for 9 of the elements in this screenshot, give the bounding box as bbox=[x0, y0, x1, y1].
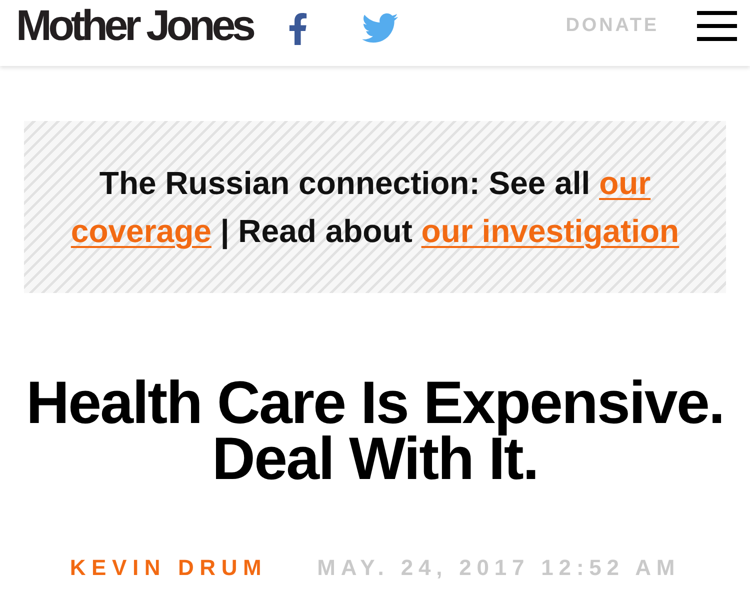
banner-link[interactable]: coverage bbox=[70, 213, 212, 249]
author-link[interactable]: KEVIN DRUM bbox=[70, 555, 268, 581]
banner-text: The Russian connection: See all our coverage | Read about our investigation bbox=[70, 164, 680, 252]
banner-link[interactable]: our investigation bbox=[421, 213, 680, 249]
site-logo[interactable]: Mother Jones bbox=[16, 1, 256, 51]
menu-icon[interactable] bbox=[697, 11, 737, 41]
facebook-icon[interactable] bbox=[288, 12, 308, 46]
article-headline: Health Care Is Expensive. Deal With It. bbox=[25, 375, 725, 487]
banner-link[interactable]: our bbox=[599, 165, 651, 201]
